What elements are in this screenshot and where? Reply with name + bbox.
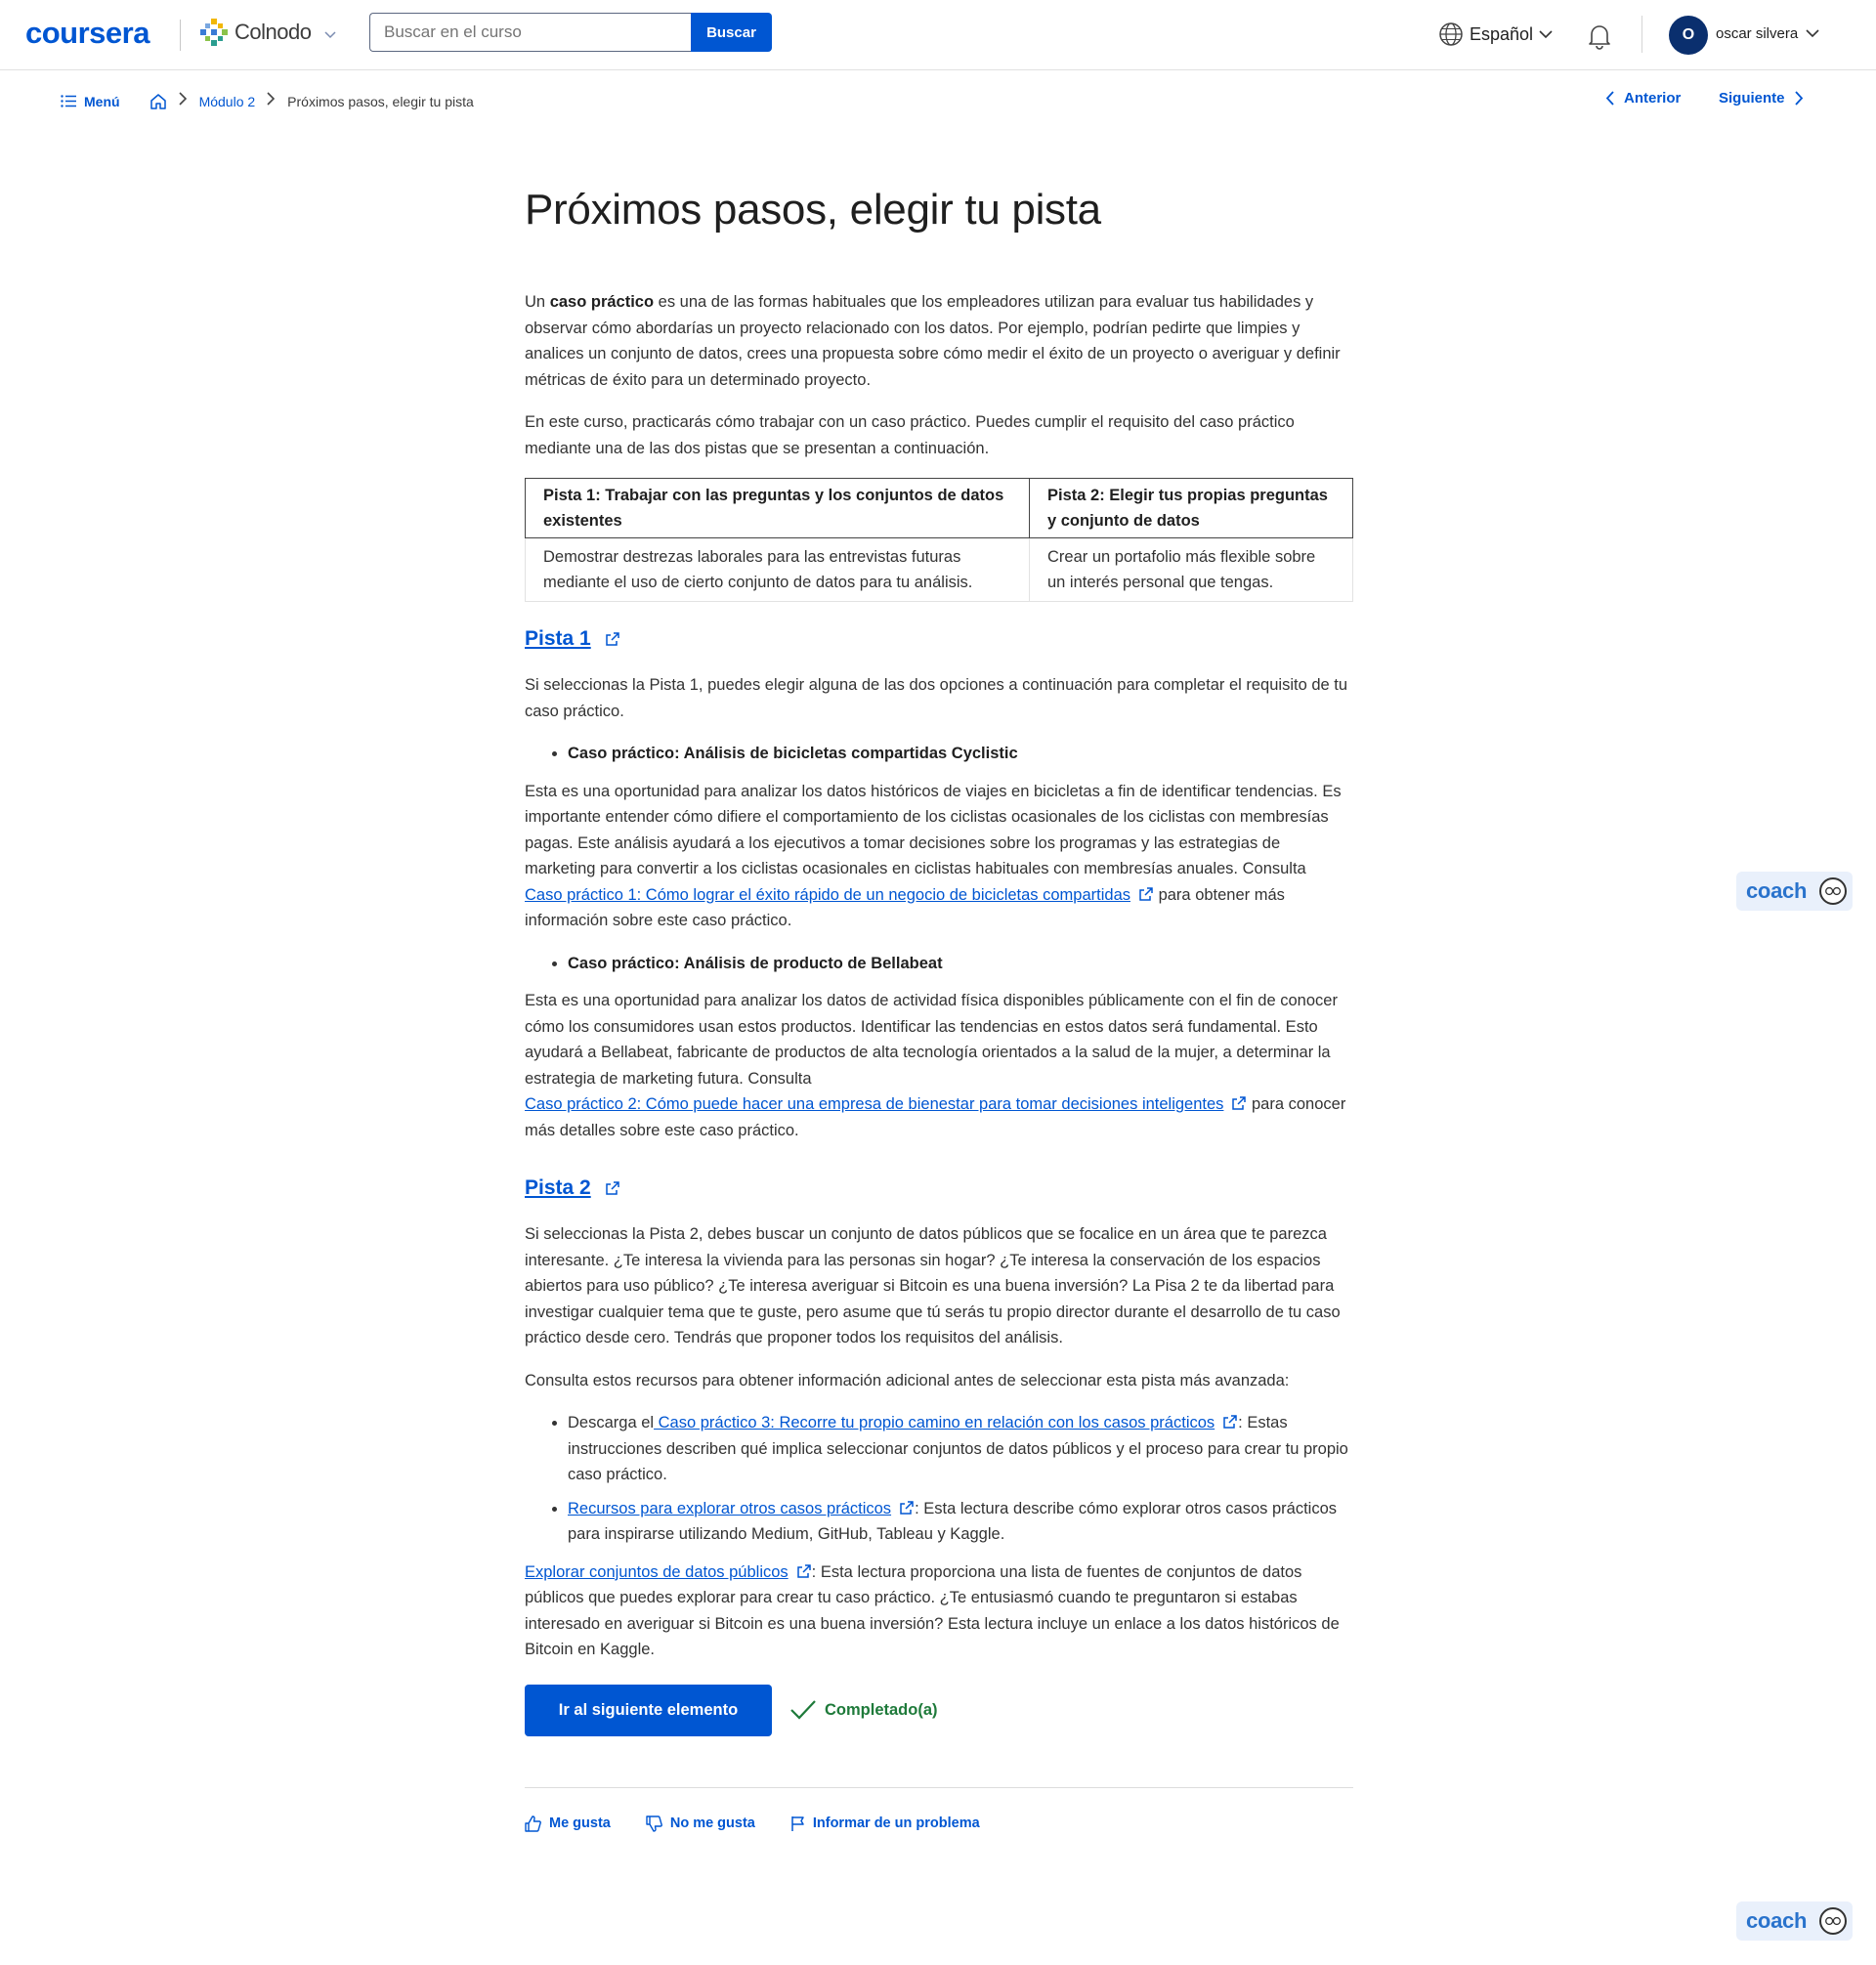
explore-paragraph: Explorar conjuntos de datos públicos: Es… xyxy=(525,1562,1340,1659)
completed-label: Completado(a) xyxy=(825,1700,938,1719)
page-title: Próximos pasos, elegir tu pista xyxy=(525,186,1101,234)
report-problem-button[interactable]: Informar de un problema xyxy=(790,1815,980,1832)
coach-glasses-icon xyxy=(1819,877,1847,905)
track2-link[interactable]: Pista 2 xyxy=(525,1176,591,1199)
track1-intro: Si seleccionas la Pista 1, puedes elegir… xyxy=(525,676,1348,720)
track2-intro: Si seleccionas la Pista 2, debes buscar … xyxy=(525,1225,1341,1346)
breadcrumb-current: Próximos pasos, elegir tu pista xyxy=(287,93,474,109)
coach-label: coach xyxy=(1746,1908,1808,1933)
partner-logo[interactable]: Colnodo xyxy=(199,18,312,47)
previous-label: Anterior xyxy=(1624,90,1682,107)
next-item-link[interactable]: Siguiente xyxy=(1719,90,1804,107)
feedback-divider xyxy=(525,1786,1353,1788)
search-button[interactable]: Buscar xyxy=(691,13,772,52)
list-item: Descarga el Caso práctico 3: Recorre tu … xyxy=(568,1410,1353,1488)
go-to-next-item-button[interactable]: Ir al siguiente elemento xyxy=(525,1684,772,1736)
completed-status: Completado(a) xyxy=(789,1699,938,1721)
track1-case2-list: Caso práctico: Análisis de producto de B… xyxy=(568,951,1353,977)
tracks-paragraph: En este curso, practicarás cómo trabajar… xyxy=(525,413,1295,457)
list-item: Caso práctico: Análisis de bicicletas co… xyxy=(568,741,1353,767)
user-menu[interactable]: oscar silvera xyxy=(1716,25,1819,42)
tracks-table: Pista 1: Trabajar con las preguntas y lo… xyxy=(525,478,1353,602)
track2-heading: Pista 2 xyxy=(525,1176,1353,1200)
menu-label: Menú xyxy=(84,93,120,109)
case2-paragraph: Esta es una oportunidad para analizar lo… xyxy=(525,992,1346,1139)
next-label: Siguiente xyxy=(1719,90,1785,107)
intro-bold-term: caso práctico xyxy=(549,293,655,311)
partner-name: Colnodo xyxy=(234,20,312,44)
like-button[interactable]: Me gusta xyxy=(525,1815,611,1832)
table-header-row: Pista 1: Trabajar con las preguntas y lo… xyxy=(525,478,1353,538)
chevron-right-icon xyxy=(1794,91,1803,106)
checkmark-icon xyxy=(790,1700,816,1720)
menu-button[interactable]: Menú xyxy=(61,94,120,109)
user-avatar[interactable]: O xyxy=(1669,16,1708,55)
external-link-icon xyxy=(1139,886,1153,901)
top-header: coursera Colnodo Buscar Español xyxy=(0,0,1876,70)
thumbs-down-icon xyxy=(646,1815,662,1832)
feedback-bar: Me gusta No me gusta Informar de un prob… xyxy=(525,1815,1353,1832)
table-cell: Demostrar destrezas laborales para las e… xyxy=(525,537,1030,602)
external-link-icon xyxy=(605,1181,619,1195)
coach-label: coach xyxy=(1746,878,1808,903)
coach-button[interactable]: coach xyxy=(1736,1901,1853,1941)
partner-dropdown-chevron-icon[interactable] xyxy=(320,25,340,45)
table-header-cell: Pista 2: Elegir tus propias preguntas y … xyxy=(1029,478,1353,538)
case2-link[interactable]: Caso práctico 2: Cómo puede hacer una em… xyxy=(525,1095,1223,1113)
external-link-icon xyxy=(1232,1096,1247,1110)
list-item: Caso práctico: Análisis de producto de B… xyxy=(568,951,1353,977)
track1-case1-list: Caso práctico: Análisis de bicicletas co… xyxy=(568,741,1353,767)
chevron-left-icon xyxy=(1605,91,1614,106)
home-icon[interactable] xyxy=(149,93,167,110)
thumbs-up-icon xyxy=(525,1815,541,1832)
language-selector[interactable]: Español xyxy=(1438,21,1553,47)
intro-paragraph: Un caso práctico es una de las formas ha… xyxy=(525,293,1341,389)
flag-icon xyxy=(791,1815,804,1831)
list-menu-icon xyxy=(61,95,76,107)
table-header-cell: Pista 1: Trabajar con las preguntas y lo… xyxy=(525,478,1030,538)
explore-datasets-link[interactable]: Explorar conjuntos de datos públicos xyxy=(525,1563,789,1581)
coach-button[interactable]: coach xyxy=(1736,872,1853,911)
colnodo-logo-icon xyxy=(200,19,228,46)
coach-glasses-icon xyxy=(1819,1907,1847,1935)
external-link-icon xyxy=(605,632,619,646)
dislike-button[interactable]: No me gusta xyxy=(646,1815,755,1832)
chevron-down-icon xyxy=(1539,29,1553,38)
case3-link[interactable]: Caso práctico 3: Recorre tu propio camin… xyxy=(654,1414,1215,1431)
course-search-input[interactable] xyxy=(369,13,692,52)
resources-list: Descarga el Caso práctico 3: Recorre tu … xyxy=(568,1410,1353,1548)
completion-actions: Ir al siguiente elemento Completado(a) xyxy=(525,1684,1353,1736)
breadcrumb: Menú Módulo 2 Próximos pasos, elegir tu … xyxy=(61,92,474,110)
globe-icon xyxy=(1439,22,1463,46)
case1-link[interactable]: Caso práctico 1: Cómo lograr el éxito rá… xyxy=(525,886,1130,904)
resources-link[interactable]: Recursos para explorar otros casos práct… xyxy=(568,1500,891,1517)
table-cell: Crear un portafolio más flexible sobre u… xyxy=(1029,537,1353,602)
breadcrumb-module-link[interactable]: Módulo 2 xyxy=(199,94,256,109)
case1-paragraph: Esta es una oportunidad para analizar lo… xyxy=(525,782,1342,930)
notifications-bell-icon[interactable] xyxy=(1586,21,1613,51)
previous-item-link[interactable]: Anterior xyxy=(1605,90,1681,107)
logo-divider xyxy=(180,20,181,51)
resources-intro: Consulta estos recursos para obtener inf… xyxy=(525,1371,1290,1389)
external-link-icon xyxy=(1223,1415,1237,1429)
breadcrumb-chevron-icon xyxy=(178,92,188,110)
reading-content: Próximos pasos, elegir tu pista Un caso … xyxy=(525,186,1353,1832)
chevron-down-icon xyxy=(1806,29,1819,38)
external-link-icon xyxy=(900,1500,914,1515)
breadcrumb-chevron-icon xyxy=(267,92,276,110)
table-row: Demostrar destrezas laborales para las e… xyxy=(525,537,1353,602)
track1-heading: Pista 1 xyxy=(525,627,1353,651)
external-link-icon xyxy=(796,1563,811,1578)
user-name: oscar silvera xyxy=(1716,25,1799,42)
coursera-logo[interactable]: coursera xyxy=(25,16,149,51)
language-label: Español xyxy=(1470,23,1534,44)
track1-link[interactable]: Pista 1 xyxy=(525,627,591,650)
list-item: Recursos para explorar otros casos práct… xyxy=(568,1496,1353,1548)
